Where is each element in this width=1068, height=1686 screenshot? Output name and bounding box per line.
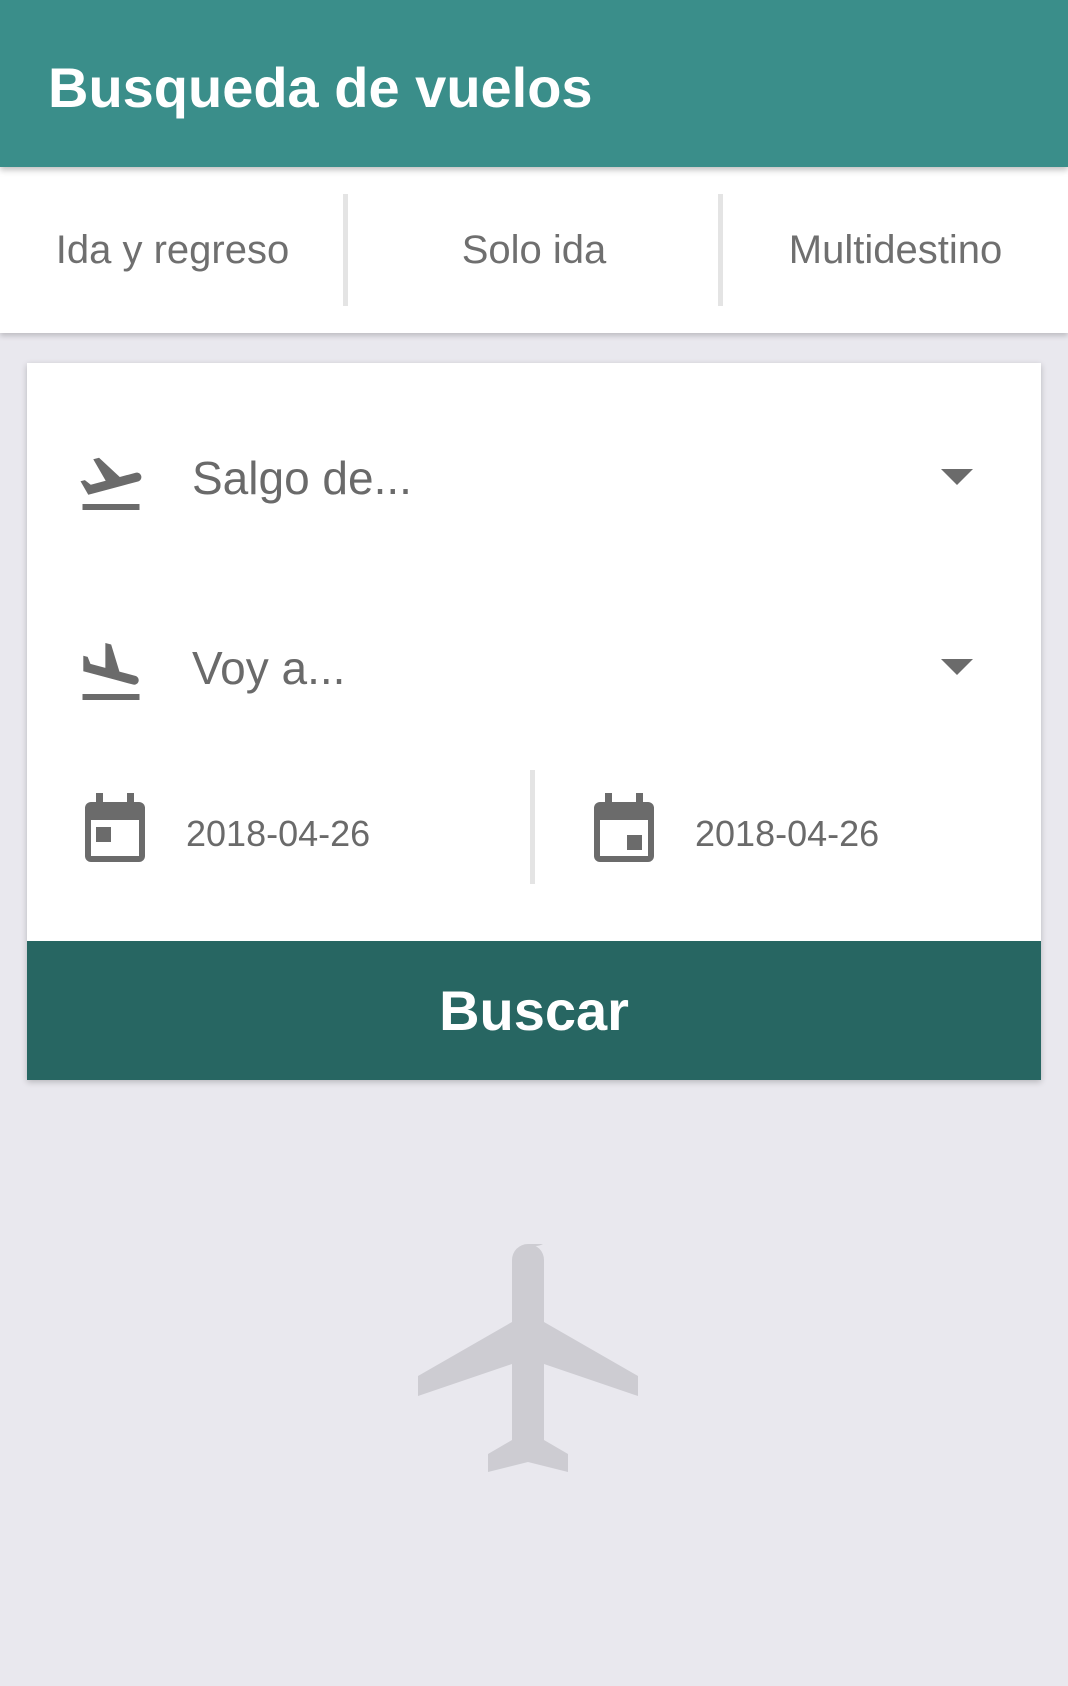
airplane-icon — [416, 1244, 640, 1478]
tab-label: Ida y regreso — [55, 227, 290, 272]
calendar-icon — [591, 793, 657, 865]
tab-one-way[interactable]: Solo ida — [348, 167, 720, 333]
origin-select[interactable]: Salgo de... — [27, 425, 1041, 535]
tab-round-trip[interactable]: Ida y regreso — [0, 167, 345, 333]
search-button[interactable]: Buscar — [27, 941, 1041, 1080]
date-divider — [530, 770, 535, 884]
destination-select[interactable]: Voy a... — [27, 615, 1041, 725]
tab-label: Multidestino — [788, 227, 1003, 272]
app-bar: Busqueda de vuelos — [0, 0, 1068, 167]
tab-label: Solo ida — [461, 227, 607, 272]
return-date-field[interactable]: 2018-04-26 — [591, 790, 1011, 880]
tab-multi-destination[interactable]: Multidestino — [723, 167, 1068, 333]
destination-placeholder: Voy a... — [192, 642, 346, 694]
page-title: Busqueda de vuelos — [48, 56, 593, 119]
trip-type-tabs: Ida y regreso Solo ida Multidestino — [0, 167, 1068, 333]
departure-date-value: 2018-04-26 — [186, 813, 371, 854]
departure-date-field[interactable]: 2018-04-26 — [82, 790, 502, 880]
flight-takeoff-icon — [75, 447, 147, 519]
dropdown-arrow-icon — [941, 659, 973, 675]
calendar-icon — [82, 793, 148, 865]
return-date-value: 2018-04-26 — [695, 813, 880, 854]
origin-placeholder: Salgo de... — [192, 452, 412, 504]
dropdown-arrow-icon — [941, 469, 973, 485]
flight-land-icon — [75, 637, 147, 709]
